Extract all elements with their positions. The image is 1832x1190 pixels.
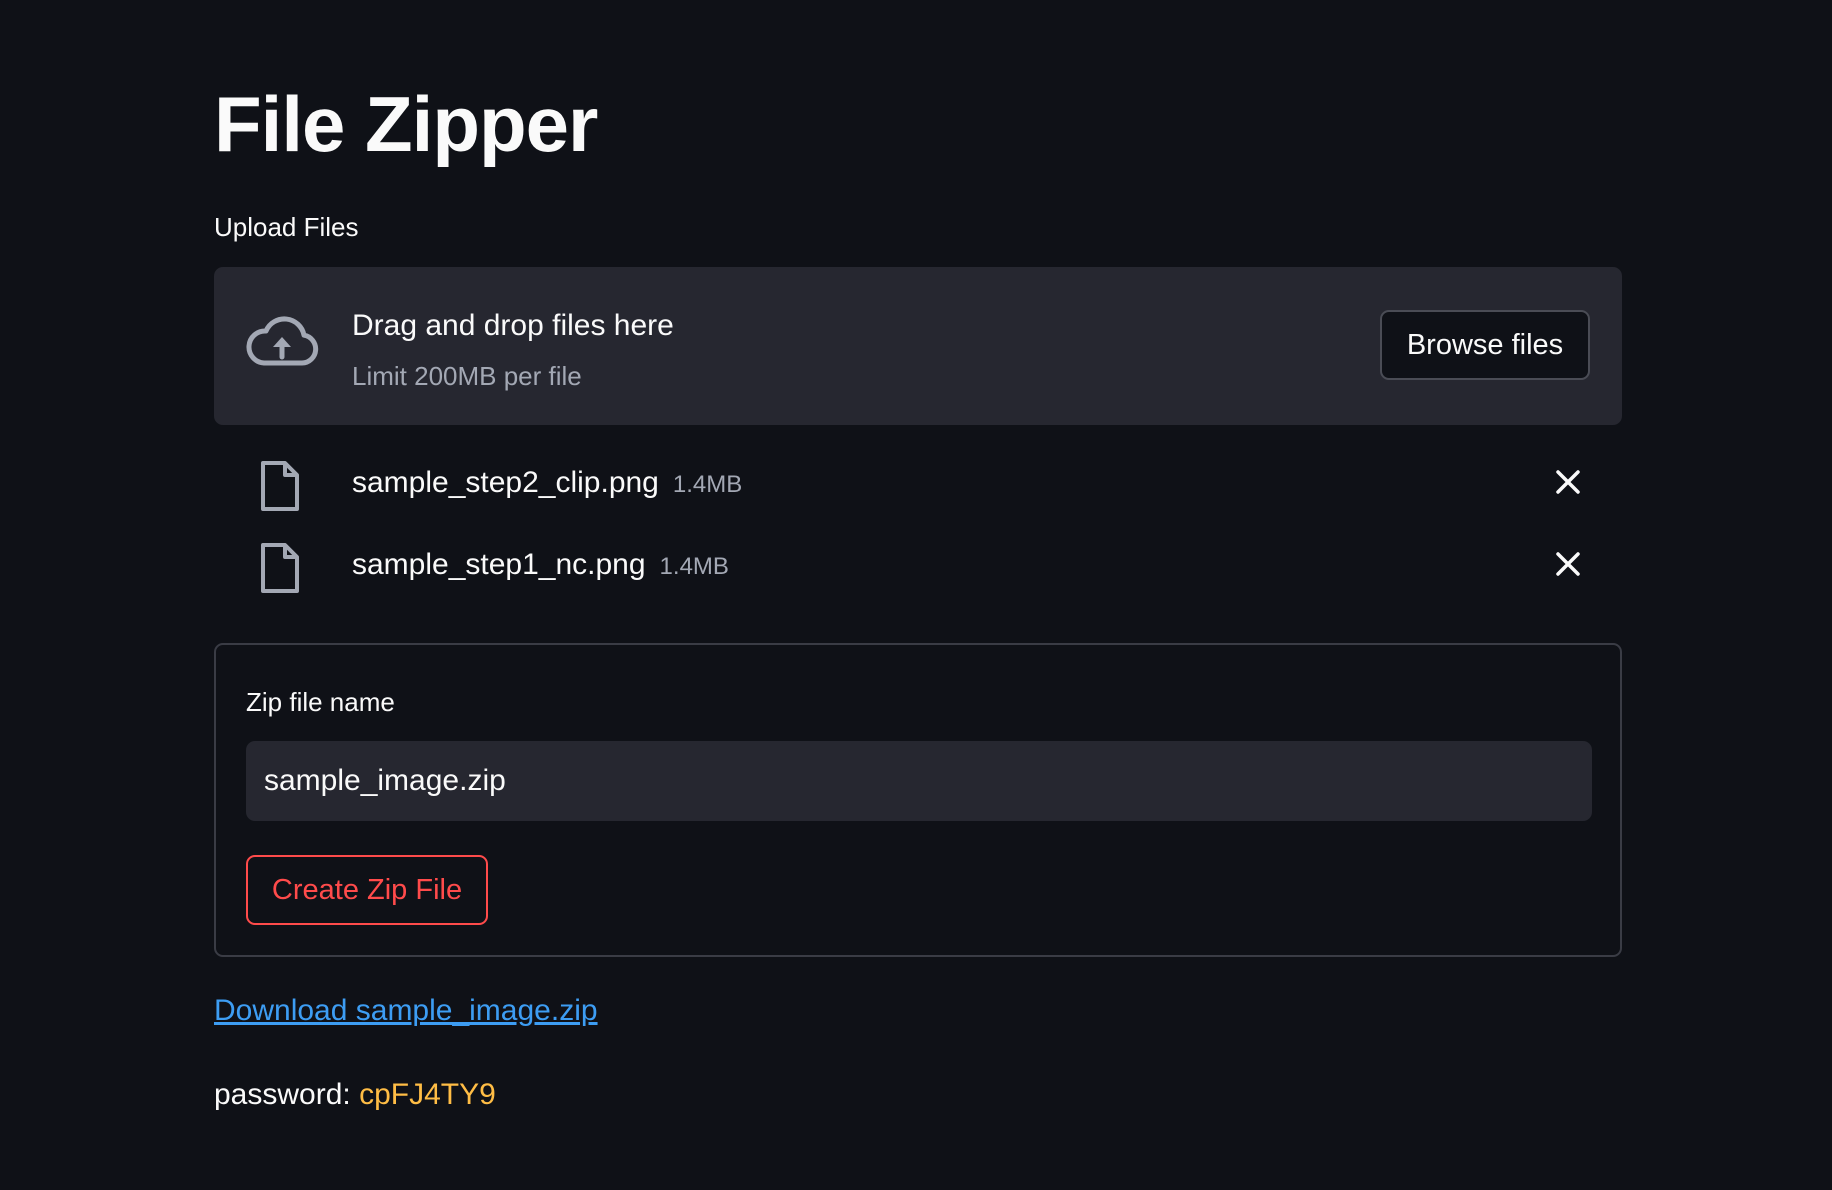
file-icon bbox=[261, 461, 299, 511]
password-line: password: cpFJ4TY9 bbox=[214, 1076, 496, 1114]
browse-files-button[interactable]: Browse files bbox=[1380, 310, 1590, 380]
uploaded-file-list: sample_step2_clip.png 1.4MB sample_step1_… bbox=[214, 450, 1622, 614]
uploaded-file-item: sample_step1_nc.png 1.4MB bbox=[214, 532, 1622, 614]
close-icon bbox=[1556, 552, 1580, 576]
upload-label: Upload Files bbox=[214, 212, 359, 242]
zip-form: Zip file name Create Zip File bbox=[214, 643, 1622, 957]
dropzone-title: Drag and drop files here bbox=[352, 309, 674, 342]
remove-file-button[interactable] bbox=[1548, 544, 1588, 584]
password-label: password: bbox=[214, 1078, 351, 1111]
file-name-text: sample_step2_clip.png bbox=[352, 466, 659, 499]
dropzone-limit-text: Limit 200MB per file bbox=[352, 361, 582, 391]
file-dropzone[interactable]: Drag and drop files here Limit 200MB per… bbox=[214, 267, 1622, 425]
uploaded-file-item: sample_step2_clip.png 1.4MB bbox=[214, 450, 1622, 532]
file-name-text: sample_step1_nc.png bbox=[352, 548, 646, 581]
cloud-upload-icon bbox=[246, 316, 319, 366]
zip-name-input[interactable] bbox=[246, 741, 1592, 821]
file-icon bbox=[261, 543, 299, 593]
file-size: 1.4MB bbox=[672, 471, 743, 498]
close-icon bbox=[1556, 470, 1580, 494]
password-value: cpFJ4TY9 bbox=[359, 1078, 496, 1111]
page-title: File Zipper bbox=[214, 80, 598, 168]
file-name: sample_step2_clip.png 1.4MB bbox=[352, 464, 742, 504]
file-name: sample_step1_nc.png 1.4MB bbox=[352, 546, 729, 586]
zip-name-label: Zip file name bbox=[246, 687, 395, 717]
app-page: File Zipper Upload Files Drag and drop f… bbox=[0, 0, 1832, 1190]
create-zip-button[interactable]: Create Zip File bbox=[246, 855, 488, 925]
file-size: 1.4MB bbox=[659, 553, 729, 580]
remove-file-button[interactable] bbox=[1548, 462, 1588, 502]
download-zip-link[interactable]: Download sample_image.zip bbox=[214, 992, 598, 1030]
